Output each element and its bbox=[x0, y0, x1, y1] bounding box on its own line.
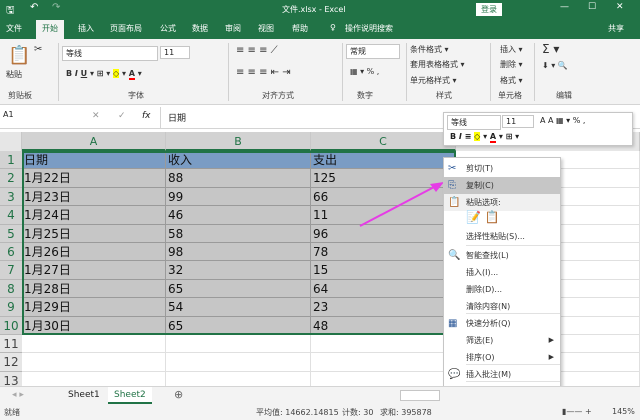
paste-option-icons[interactable]: 📝 📋 bbox=[466, 210, 500, 224]
menu-item-label: 排序(O) bbox=[466, 353, 495, 362]
menu-item-label: 智能查找(L) bbox=[466, 251, 509, 260]
menu-item-paste-special[interactable]: 选择性粘贴(S)... bbox=[444, 228, 560, 245]
sheet-nav-arrows[interactable]: ◂ ▸ bbox=[12, 390, 24, 400]
status-sum: 求和: 395878 bbox=[380, 408, 432, 417]
menu-item-delete[interactable]: 删除(D)... bbox=[444, 281, 560, 298]
menu-separator bbox=[466, 245, 560, 246]
status-ready: 就绪 bbox=[4, 408, 20, 417]
status-average: 平均值: 14662.14815 bbox=[256, 408, 339, 417]
mini-font-select[interactable]: 等线 bbox=[447, 115, 501, 130]
menu-separator bbox=[466, 364, 560, 365]
status-count: 计数: 30 bbox=[342, 408, 374, 417]
sheet-tab-sheet1[interactable]: Sheet1 bbox=[68, 390, 100, 400]
context-menu: ✂ 剪切(T) ⎘ 复制(C) 📋 粘贴选项: 选择性粘贴(S)... 🔍 智能查找(L) 插入(… bbox=[443, 157, 561, 420]
paste-options-icon: 📋 bbox=[448, 197, 461, 208]
menu-item-label: 清除内容(N) bbox=[466, 302, 511, 311]
quick-analysis-icon: ▦ bbox=[448, 318, 458, 329]
menu-item-label: 粘贴选项: bbox=[466, 198, 501, 207]
zoom-slider[interactable]: ▮—— + bbox=[562, 407, 592, 416]
sheet-tab-sheet2[interactable]: Sheet2 bbox=[108, 387, 152, 404]
menu-item-insert[interactable]: 插入(I)... bbox=[444, 264, 560, 281]
menu-item-label: 剪切(T) bbox=[466, 164, 494, 173]
menu-item-label: 插入(I)... bbox=[466, 268, 499, 277]
smart-lookup-icon: 🔍 bbox=[448, 250, 461, 261]
menu-item-paste-options: 📋 粘贴选项: bbox=[444, 194, 560, 211]
copy-icon: ⎘ bbox=[448, 180, 456, 191]
menu-item-label: 快速分析(Q) bbox=[466, 319, 511, 328]
menu-separator bbox=[466, 313, 560, 314]
horizontal-scrollbar[interactable] bbox=[400, 390, 440, 401]
menu-item-label: 插入批注(M) bbox=[466, 370, 512, 379]
mini-bold-button[interactable]: B I ≡ ◇ ▾ A ▾ ⊞ ▾ bbox=[450, 132, 519, 143]
cut-icon: ✂ bbox=[448, 163, 457, 174]
submenu-arrow-icon: ▶ bbox=[548, 336, 554, 344]
sheet-tab-bar: ◂ ▸ Sheet1 Sheet2 ⊕ bbox=[0, 386, 640, 404]
zoom-level[interactable]: 145% bbox=[612, 407, 635, 416]
mini-size-select[interactable]: 11 bbox=[502, 115, 534, 128]
menu-item-smart-lookup[interactable]: 🔍 智能查找(L) bbox=[444, 247, 560, 264]
insert-comment-icon: 💬 bbox=[448, 369, 461, 380]
status-bar: 就绪 平均值: 14662.14815 计数: 30 求和: 395878 ▮—… bbox=[0, 404, 640, 420]
menu-item-filter[interactable]: 筛选(E) ▶ bbox=[444, 332, 560, 349]
menu-item-copy[interactable]: ⎘ 复制(C) bbox=[444, 177, 560, 194]
mini-toolbar: 等线 11 A A ▦ ▾ % , B I ≡ ◇ ▾ A ▾ ⊞ ▾ bbox=[443, 112, 633, 146]
menu-item-label: 筛选(E) bbox=[466, 336, 494, 345]
menu-item-quick-analysis[interactable]: ▦ 快速分析(Q) bbox=[444, 315, 560, 332]
add-sheet-icon[interactable]: ⊕ bbox=[174, 388, 183, 401]
menu-item-cut[interactable]: ✂ 剪切(T) bbox=[444, 160, 560, 177]
menu-item-label: 选择性粘贴(S)... bbox=[466, 232, 525, 241]
menu-item-label: 复制(C) bbox=[466, 181, 494, 190]
menu-separator bbox=[466, 381, 560, 382]
mini-format-buttons[interactable]: A A ▦ ▾ % , bbox=[540, 116, 585, 125]
menu-item-label: 删除(D)... bbox=[466, 285, 503, 294]
